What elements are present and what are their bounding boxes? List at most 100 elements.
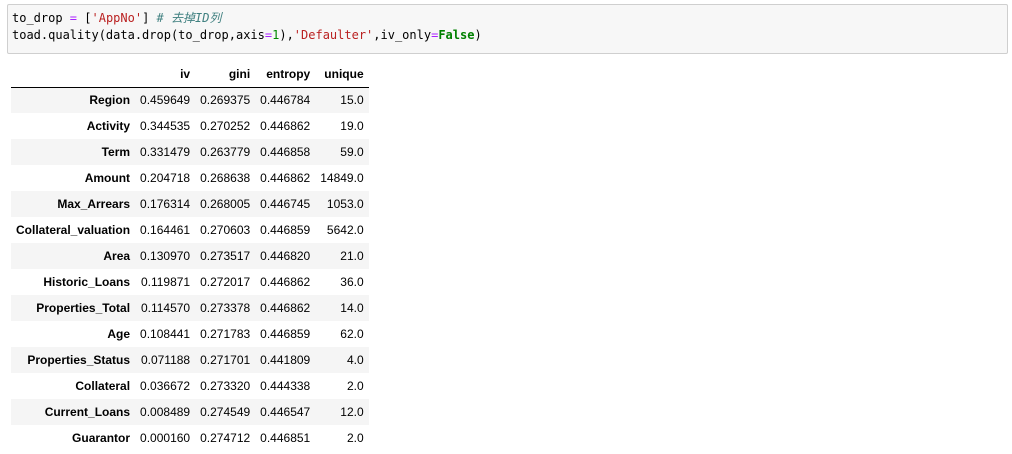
cell-entropy: 0.446862 (260, 301, 311, 315)
table-row: Properties_Total 0.114570 0.273378 0.446862… (11, 295, 369, 321)
cell-gini: 0.271701 (200, 353, 251, 367)
code-variable: to_drop (12, 11, 63, 25)
quality-dataframe: iv gini entropy unique Region 0.459649 0.2693… (11, 61, 369, 451)
column-header-entropy: entropy (255, 61, 316, 88)
cell-entropy: 0.446859 (260, 327, 311, 341)
cell-entropy: 0.446862 (260, 171, 311, 185)
cell-gini: 0.263779 (200, 145, 251, 159)
cell-gini: 0.269375 (200, 93, 251, 108)
cell-unique: 19.0 (340, 119, 364, 133)
cell-gini: 0.274712 (200, 431, 251, 445)
row-index-label: Collateral_valuation (16, 223, 131, 237)
cell-gini: 0.271783 (200, 327, 251, 341)
row-index-label: Activity (86, 119, 131, 133)
cell-unique: 15.0 (340, 93, 364, 108)
cell-unique: 2.0 (346, 431, 364, 445)
table-body: Region 0.459649 0.269375 0.446784 15.0 Activi… (11, 87, 369, 451)
cell-entropy: 0.444338 (260, 379, 311, 393)
table-row: Current_Loans 0.008489 0.274549 0.446547 12.… (11, 399, 369, 425)
row-index-label: Region (89, 93, 131, 108)
table-row: Area 0.130970 0.273517 0.446820 21.0 (11, 243, 369, 269)
table-row: Age 0.108441 0.271783 0.446859 62.0 (11, 321, 369, 347)
cell-iv: 0.164461 (140, 223, 191, 237)
row-index-label: Area (103, 249, 131, 263)
cell-unique: 1053.0 (326, 197, 364, 211)
cell-iv: 0.344535 (140, 119, 191, 133)
cell-unique: 21.0 (340, 249, 364, 263)
table-header-row: iv gini entropy unique (11, 61, 369, 88)
cell-iv: 0.176314 (140, 197, 191, 211)
cell-gini: 0.273378 (200, 301, 251, 315)
row-index-label: Historic_Loans (43, 275, 131, 289)
cell-unique: 5642.0 (326, 223, 364, 237)
table-row: Guarantor 0.000160 0.274712 0.446851 2.0 (11, 425, 369, 451)
cell-entropy: 0.446858 (260, 145, 311, 159)
code-comment: # 去掉ID列 (149, 11, 222, 25)
code-line-1: to_drop = ['AppNo'] # 去掉ID列 (12, 10, 1003, 27)
cell-gini: 0.270603 (200, 223, 251, 237)
code-call: toad.quality(data.drop(to_drop,axis (12, 28, 265, 42)
code-operator: = (62, 11, 85, 25)
code-text: ) (474, 28, 482, 42)
code-cell-input[interactable]: to_drop = ['AppNo'] # 去掉ID列 toad.quality… (7, 4, 1008, 54)
row-index-label: Max_Arrears (57, 197, 131, 211)
cell-gini: 0.268005 (200, 197, 251, 211)
cell-iv: 0.108441 (140, 327, 191, 341)
cell-iv: 0.459649 (140, 93, 191, 108)
cell-entropy: 0.446784 (260, 93, 311, 108)
cell-unique: 14849.0 (320, 171, 364, 185)
code-string: 'Defaulter' (293, 28, 374, 42)
index-header (11, 61, 136, 88)
cell-iv: 0.008489 (140, 405, 191, 419)
cell-entropy: 0.446820 (260, 249, 311, 263)
cell-gini: 0.270252 (200, 119, 251, 133)
cell-unique: 59.0 (340, 145, 364, 159)
code-text: ), (279, 28, 294, 42)
column-header-unique: unique (315, 61, 369, 88)
code-bracket: [ (84, 11, 92, 25)
cell-entropy: 0.446547 (260, 405, 311, 419)
table-row: Term 0.331479 0.263779 0.446858 59.0 (11, 139, 369, 165)
cell-iv: 0.114570 (140, 301, 191, 315)
code-line-2: toad.quality(data.drop(to_drop,axis=1),'… (12, 27, 1003, 44)
cell-iv: 0.331479 (140, 145, 191, 159)
cell-entropy: 0.441809 (260, 353, 311, 367)
cell-iv: 0.119871 (140, 275, 191, 289)
cell-unique: 12.0 (340, 405, 364, 419)
table-row: Properties_Status 0.071188 0.271701 0.44180… (11, 347, 369, 373)
row-index-label: Guarantor (72, 431, 131, 445)
cell-iv: 0.071188 (140, 353, 191, 367)
cell-unique: 36.0 (340, 275, 364, 289)
cell-unique: 2.0 (346, 379, 364, 393)
cell-iv: 0.130970 (140, 249, 191, 263)
cell-output: iv gini entropy unique Region 0.459649 0.2693… (11, 61, 369, 451)
cell-gini: 0.268638 (200, 171, 251, 185)
code-keyword: False (438, 28, 475, 42)
row-index-label: Age (107, 327, 131, 341)
table-row: Historic_Loans 0.119871 0.272017 0.446862 36… (11, 269, 369, 295)
row-index-label: Current_Loans (44, 405, 131, 419)
cell-iv: 0.204718 (140, 171, 191, 185)
cell-entropy: 0.446859 (260, 223, 311, 237)
row-index-label: Collateral (75, 379, 131, 393)
cell-gini: 0.273517 (200, 249, 251, 263)
row-index-label: Amount (84, 171, 131, 185)
table-row: Collateral 0.036672 0.273320 0.444338 2.0 (11, 373, 369, 399)
code-string: 'AppNo' (91, 11, 143, 25)
column-header-iv: iv (135, 61, 196, 88)
cell-unique: 14.0 (340, 301, 364, 315)
cell-gini: 0.273320 (200, 379, 251, 393)
column-header-gini: gini (195, 61, 256, 88)
row-index-label: Term (101, 145, 131, 159)
cell-entropy: 0.446862 (260, 119, 311, 133)
cell-unique: 62.0 (340, 327, 364, 341)
cell-iv: 0.036672 (140, 379, 191, 393)
cell-iv: 0.000160 (140, 431, 191, 445)
code-text: ,iv_only (373, 28, 432, 42)
table-row: Activity 0.344535 0.270252 0.446862 19.0 (11, 113, 369, 139)
table-row: Max_Arrears 0.176314 0.268005 0.446745 1053.… (11, 191, 369, 217)
cell-entropy: 0.446851 (260, 431, 311, 445)
cell-entropy: 0.446862 (260, 275, 311, 289)
cell-gini: 0.274549 (200, 405, 251, 419)
row-index-label: Properties_Total (36, 301, 131, 315)
